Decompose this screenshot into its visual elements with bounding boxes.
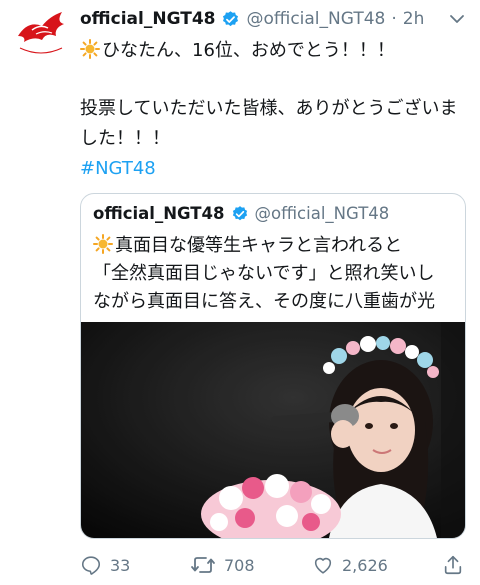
retweet-icon <box>191 557 215 573</box>
heart-icon <box>314 557 332 574</box>
share-button[interactable] <box>442 554 472 576</box>
quoted-author-handle: @official_NGT48 <box>254 204 390 223</box>
retweet-count: 708 <box>224 555 255 575</box>
tweet-line-1: ひなたん、16位、おめでとう！！！ <box>80 36 465 66</box>
quoted-photo[interactable] <box>81 322 465 538</box>
tweet-line-2: 投票していただいた皆様、ありがとうございま した！！！ <box>80 98 458 149</box>
reply-button[interactable]: 33 <box>80 554 130 576</box>
quoted-text: 真面目な優等生キャラと言われると 「全然真面目じゃないです」と照れ笑いし ながら… <box>93 234 435 312</box>
author-handle[interactable]: @official_NGT48 <box>246 9 385 29</box>
tweet-actions: 33 708 2,626 <box>80 552 470 578</box>
tweet-header: official_NGT48 @official_NGT48 · 2h <box>80 6 468 32</box>
author-name[interactable]: official_NGT48 <box>80 9 215 29</box>
sun-emoji-icon <box>80 39 100 59</box>
like-button[interactable]: 2,626 <box>312 554 388 576</box>
hashtag-link[interactable]: #NGT48 <box>80 154 465 184</box>
avatar[interactable] <box>12 6 70 64</box>
timestamp[interactable]: 2h <box>403 9 425 29</box>
performer-photo-image <box>81 322 465 538</box>
reply-icon <box>81 556 101 575</box>
tweet-text: ひなたん、16位、おめでとう！！！ 投票していただいた皆様、ありがとうございまし… <box>80 36 465 184</box>
verified-badge-icon <box>223 10 239 26</box>
sun-emoji-icon <box>93 234 113 254</box>
quoted-author-name: official_NGT48 <box>93 204 225 223</box>
share-icon <box>444 555 462 575</box>
tweet-line-1-text: ひなたん、16位、おめでとう！！！ <box>102 40 395 61</box>
retweet-button[interactable]: 708 <box>190 554 255 576</box>
quoted-tweet[interactable]: official_NGT48 @official_NGT48 真面目な優等生キャ… <box>80 193 466 539</box>
ngt48-logo-icon <box>18 12 64 54</box>
separator-dot: · <box>391 9 397 29</box>
reply-count: 33 <box>110 555 131 575</box>
chevron-down-icon[interactable] <box>448 10 466 28</box>
quoted-header: official_NGT48 @official_NGT48 <box>93 204 389 223</box>
verified-badge-icon <box>232 205 247 220</box>
like-count: 2,626 <box>342 555 388 575</box>
